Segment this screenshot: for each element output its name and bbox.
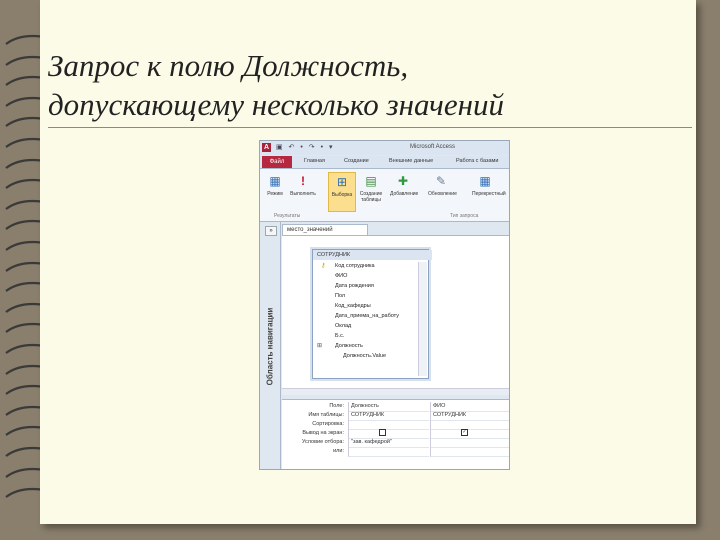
field-item[interactable]: Должность.Value bbox=[343, 353, 386, 359]
tab-database-tools[interactable]: Работа с базами bbox=[456, 158, 498, 164]
select-query-label: Выборка bbox=[331, 192, 353, 198]
grid-row-table: Имя таблицы: СОТРУДНИК СОТРУДНИК bbox=[282, 411, 509, 421]
field-item[interactable]: Код сотрудника bbox=[335, 263, 375, 269]
title-bar: A ▣ ↶ • ↷ • ▾ Microsoft Access bbox=[260, 141, 509, 155]
design-area-scrollbar[interactable] bbox=[282, 388, 509, 395]
field-item[interactable]: Пол bbox=[335, 293, 345, 299]
make-table-button[interactable]: ▤ Создание таблицы bbox=[358, 172, 384, 212]
quick-access-toolbar[interactable]: ▣ ↶ • ↷ • ▾ bbox=[276, 143, 334, 151]
run-button-label: Выполнить bbox=[290, 191, 316, 197]
slide-title-line-2: допускающему несколько значений bbox=[48, 87, 504, 122]
grid-select-icon: ⊞ bbox=[336, 175, 348, 189]
grid-row-label: Условие отбора: bbox=[301, 439, 344, 445]
field-item[interactable]: ФИО bbox=[335, 273, 347, 279]
grid-row-label: Поле: bbox=[329, 403, 344, 409]
grid-cell[interactable] bbox=[348, 447, 429, 457]
view-button[interactable]: ▦ Режим bbox=[262, 172, 288, 212]
show-checkbox[interactable] bbox=[379, 429, 386, 437]
table-icon: ▦ bbox=[269, 174, 281, 188]
field-item[interactable]: Оклад bbox=[335, 323, 351, 329]
title-divider bbox=[48, 127, 692, 128]
tab-file[interactable]: Файл bbox=[262, 156, 292, 168]
grid-row-field: Поле: Должность ФИО bbox=[282, 402, 509, 412]
primary-key-icon: ⚷ bbox=[321, 263, 326, 269]
run-button[interactable]: ! Выполнить bbox=[290, 172, 316, 212]
select-query-button[interactable]: ⊞ Выборка bbox=[328, 172, 356, 212]
pencil-icon: ✎ bbox=[435, 174, 447, 188]
show-checkbox[interactable]: ✓ bbox=[461, 429, 468, 437]
navigation-pane[interactable]: » Область навигации bbox=[260, 222, 281, 469]
update-button[interactable]: ✎ Обновление bbox=[428, 172, 457, 212]
crosstab-icon: ▦ bbox=[479, 174, 491, 188]
make-table-icon: ▤ bbox=[365, 174, 377, 188]
grid-row-sort: Сортировка: bbox=[282, 420, 509, 430]
update-label: Обновление bbox=[428, 191, 457, 197]
grid-row-label: или: bbox=[333, 448, 344, 454]
crosstab-label: Перекрестный bbox=[472, 191, 506, 197]
field-item[interactable]: Дата рождения bbox=[335, 283, 374, 289]
field-item[interactable]: Б.с. bbox=[335, 333, 344, 339]
group-query-type-label: Тип запроса bbox=[450, 213, 479, 219]
append-button[interactable]: ✚ Добавление bbox=[390, 172, 419, 212]
ribbon-tabs: Файл Главная Создание Внешние данные Раб… bbox=[260, 156, 509, 169]
tab-create[interactable]: Создание bbox=[344, 158, 369, 164]
table-field-list[interactable]: СОТРУДНИК ⚷ Код сотрудника ФИО Дата рожд… bbox=[312, 249, 432, 379]
nav-toggle-button[interactable]: » bbox=[265, 226, 277, 236]
append-icon: ✚ bbox=[397, 174, 409, 188]
query-design-grid: Поле: Должность ФИО Имя таблицы: СОТРУДН… bbox=[282, 399, 509, 469]
access-app-icon[interactable]: A bbox=[262, 143, 271, 152]
field-item[interactable]: Код_кафедры bbox=[335, 303, 371, 309]
grid-row-label: Имя таблицы: bbox=[308, 412, 344, 418]
slide-title-line-1: Запрос к полю Должность, bbox=[48, 48, 409, 83]
crosstab-button[interactable]: ▦ Перекрестный bbox=[472, 172, 506, 212]
grid-row-label: Вывод на экран: bbox=[302, 430, 344, 436]
field-item[interactable]: Дата_приема_на_работу bbox=[335, 313, 399, 319]
tab-home[interactable]: Главная bbox=[304, 158, 325, 164]
expand-icon[interactable]: ⊞ bbox=[317, 342, 322, 349]
navigation-pane-label: Область навигации bbox=[265, 307, 275, 386]
append-label: Добавление bbox=[390, 191, 419, 197]
field-list-scrollbar[interactable] bbox=[418, 262, 427, 376]
group-results-label: Результаты bbox=[274, 213, 301, 219]
grid-row-criteria: Условие отбора: "зав. кафедрой" bbox=[282, 438, 509, 448]
grid-row-label: Сортировка: bbox=[312, 421, 344, 427]
grid-row-show: Вывод на экран: ✓ bbox=[282, 429, 509, 439]
grid-row-or: или: bbox=[282, 447, 509, 457]
window-title: Microsoft Access bbox=[410, 144, 456, 150]
tab-external-data[interactable]: Внешние данные bbox=[389, 158, 433, 164]
table-name[interactable]: СОТРУДНИК bbox=[313, 250, 432, 260]
slide-title: Запрос к полю Должность, допускающему не… bbox=[48, 46, 648, 124]
access-window: A ▣ ↶ • ↷ • ▾ Microsoft Access Файл Глав… bbox=[259, 140, 510, 470]
field-item[interactable]: Должность bbox=[335, 343, 363, 349]
make-table-label: Создание таблицы bbox=[359, 191, 383, 203]
view-button-label: Режим bbox=[267, 191, 283, 197]
exclamation-icon: ! bbox=[301, 174, 305, 188]
ribbon: ▦ Режим ! Выполнить ⊞ Выборка ▤ Создание таб… bbox=[260, 169, 509, 222]
grid-cell[interactable] bbox=[430, 447, 509, 457]
